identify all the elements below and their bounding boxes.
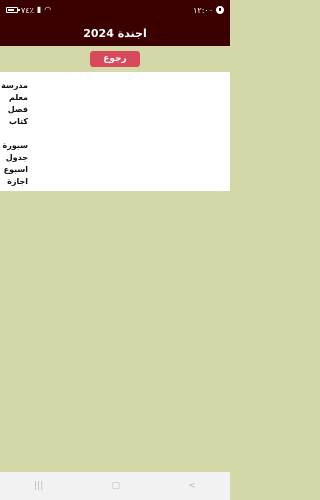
list-item[interactable]: سبورة — [3, 140, 28, 152]
battery-icon — [6, 7, 20, 13]
signal-icon: ▮ — [36, 5, 42, 14]
wifi-icon: ◠ — [44, 5, 52, 14]
back-button[interactable]: رجوع — [90, 51, 140, 67]
list-item[interactable]: كتاب — [8, 116, 28, 128]
menu-list: مدرسة معلم فصل كتاب سبورة جدول اسبوع اجا… — [1, 80, 28, 188]
status-time: ١٢:٠٠ — [193, 5, 213, 15]
app-bar: اجندة 2024 — [0, 20, 230, 46]
content-panel: مدرسة معلم فصل كتاب سبورة جدول اسبوع اجا… — [0, 72, 230, 191]
list-item[interactable]: جدول — [6, 152, 28, 164]
list-item[interactable]: اجازة — [7, 176, 28, 188]
page-title: اجندة 2024 — [83, 26, 147, 40]
status-left: ٧٤٪ ▮ ◠ — [6, 6, 51, 15]
list-item[interactable]: مدرسة — [1, 80, 28, 92]
back-icon[interactable]: < — [188, 481, 196, 491]
list-item[interactable]: اسبوع — [4, 164, 28, 176]
list-item[interactable]: معلم — [8, 92, 28, 104]
battery-percent: ٧٤٪ — [21, 5, 34, 15]
status-right: ١٢:٠٠ — [193, 6, 224, 15]
status-bar: ٧٤٪ ▮ ◠ ١٢:٠٠ — [0, 0, 230, 20]
nav-bar: ||| ▢ < — [0, 472, 230, 500]
back-row: رجوع — [0, 46, 230, 72]
menu-icon[interactable]: ||| — [34, 481, 43, 491]
list-item[interactable]: فصل — [8, 104, 28, 116]
app-status-icon — [216, 6, 224, 14]
home-icon[interactable]: ▢ — [112, 481, 121, 491]
